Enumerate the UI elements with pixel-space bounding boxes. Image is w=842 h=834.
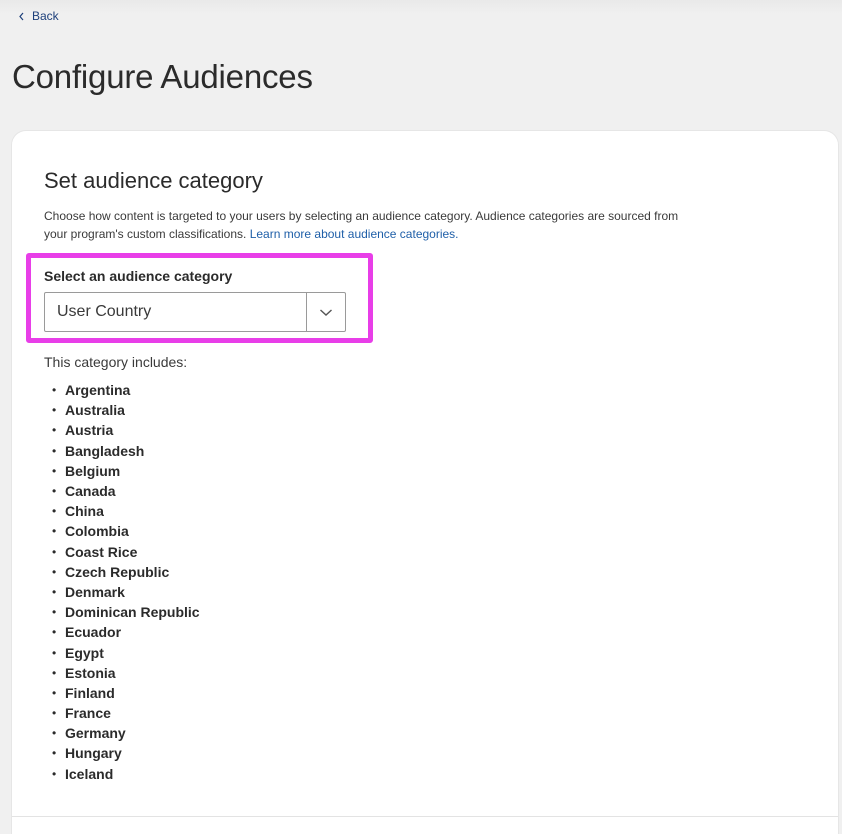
bullet-icon: • [52, 504, 57, 519]
bullet-icon: • [52, 584, 57, 599]
country-name: Iceland [65, 765, 114, 782]
country-name: Coast Rice [65, 543, 138, 560]
list-item: • Bangladesh [52, 441, 200, 461]
audience-category-select[interactable]: User Country [44, 292, 346, 332]
country-name: Canada [65, 483, 116, 500]
list-item: • Denmark [52, 582, 200, 602]
list-item: • Ecuador [52, 622, 200, 642]
list-item: • Germany [52, 723, 200, 743]
bullet-icon: • [52, 605, 57, 620]
back-link[interactable]: Back [18, 9, 59, 23]
bullet-icon: • [52, 726, 57, 741]
list-item: • Hungary [52, 743, 200, 763]
page: Back Configure Audiences Set audience ca… [0, 0, 842, 834]
bullet-icon: • [52, 766, 57, 781]
list-item: • Egypt [52, 642, 200, 662]
country-name: Egypt [65, 644, 104, 661]
list-item: • Estonia [52, 663, 200, 683]
bullet-icon: • [52, 706, 57, 721]
audience-select-value: User Country [57, 303, 152, 320]
list-item: • Australia [52, 400, 200, 420]
country-name: Finland [65, 684, 115, 701]
card-divider [12, 816, 838, 817]
bullet-icon: • [52, 685, 57, 700]
list-item: • Czech Republic [52, 562, 200, 582]
country-name: Austria [65, 422, 114, 439]
list-item: • Finland [52, 683, 200, 703]
list-item: • China [52, 501, 200, 521]
bullet-icon: • [52, 625, 57, 640]
list-item: • Dominican Republic [52, 602, 200, 622]
bullet-icon: • [52, 443, 57, 458]
country-name: China [65, 503, 104, 520]
page-title: Configure Audiences [12, 58, 313, 95]
includes-label: This category includes: [44, 354, 188, 370]
bullet-icon: • [52, 524, 57, 539]
bullet-icon: • [52, 544, 57, 559]
section-description: Choose how content is targeted to your u… [44, 207, 684, 243]
list-item: • Austria [52, 420, 200, 440]
select-dropdown-toggle[interactable] [306, 293, 345, 331]
list-item: • Coast Rice [52, 542, 200, 562]
list-item: • Canada [52, 481, 200, 501]
chevron-down-icon [320, 308, 332, 316]
country-name: Hungary [65, 745, 122, 762]
bullet-icon: • [52, 665, 57, 680]
bullet-icon: • [52, 383, 57, 398]
country-name: Germany [65, 725, 126, 742]
country-name: Argentina [65, 382, 131, 399]
country-name: Dominican Republic [65, 604, 200, 621]
list-item: • Iceland [52, 764, 200, 784]
section-title: Set audience category [44, 168, 263, 193]
audience-select-label: Select an audience category [44, 268, 233, 284]
country-list: • Argentina • Australia • Austria • Banglade… [52, 380, 200, 784]
country-name: Estonia [65, 664, 116, 681]
chevron-left-icon [19, 12, 24, 20]
country-name: Denmark [65, 583, 125, 600]
bullet-icon: • [52, 645, 57, 660]
back-link-label: Back [32, 9, 59, 23]
bullet-icon: • [52, 746, 57, 761]
list-item: • France [52, 703, 200, 723]
country-name: Bangladesh [65, 442, 145, 459]
bullet-icon: • [52, 564, 57, 579]
list-item: • Belgium [52, 461, 200, 481]
bullet-icon: • [52, 403, 57, 418]
country-name: France [65, 705, 111, 722]
learn-more-link[interactable]: Learn more about audience categories. [250, 227, 459, 241]
country-name: Belgium [65, 462, 121, 479]
country-name: Australia [65, 402, 125, 419]
list-item: • Argentina [52, 380, 200, 400]
bullet-icon: • [52, 463, 57, 478]
country-name: Colombia [65, 523, 129, 540]
audience-card: Set audience category Choose how content… [12, 131, 838, 834]
list-item: • Colombia [52, 521, 200, 541]
country-name: Czech Republic [65, 563, 170, 580]
bullet-icon: • [52, 423, 57, 438]
country-name: Ecuador [65, 624, 122, 641]
bullet-icon: • [52, 484, 57, 499]
